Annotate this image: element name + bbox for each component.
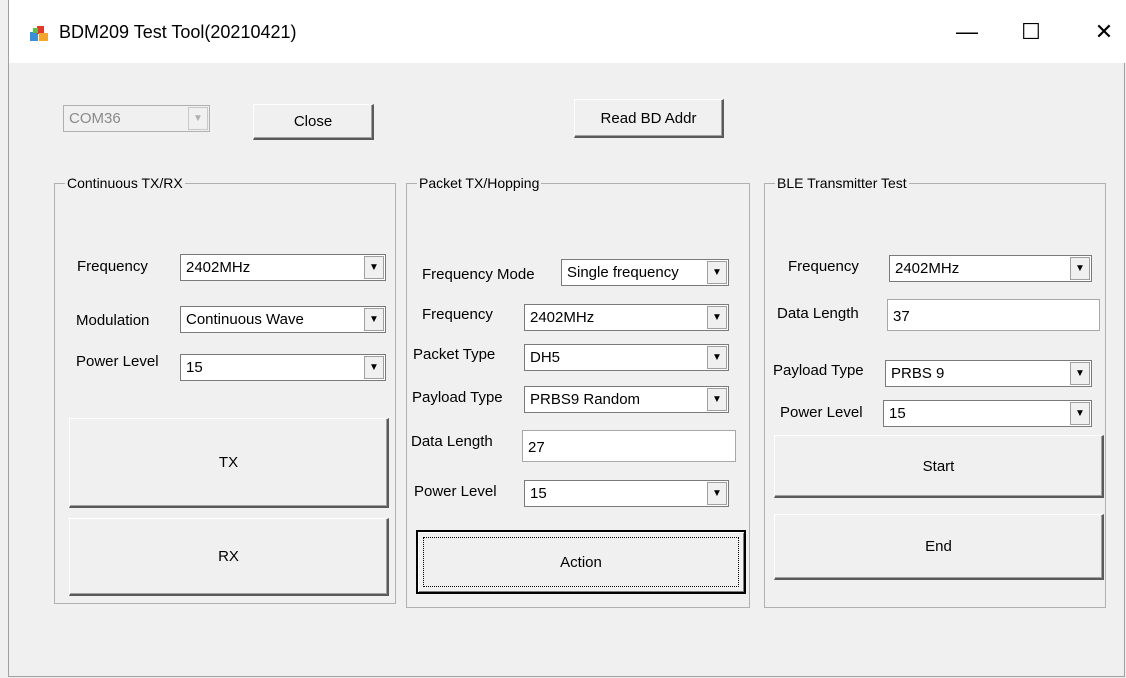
start-button[interactable]: Start [774, 435, 1104, 498]
continuous-group-title: Continuous TX/RX [65, 175, 185, 191]
end-label: End [925, 538, 952, 555]
packet-frequency-label: Frequency [422, 306, 493, 323]
ble-power-value: 15 [889, 405, 906, 422]
continuous-frequency-value: 2402MHz [186, 259, 251, 276]
frequency-mode-label: Frequency Mode [422, 266, 535, 283]
maximize-button[interactable]: ☐ [1011, 10, 1051, 54]
tx-button[interactable]: TX [69, 418, 389, 508]
chevron-down-icon: ▼ [707, 388, 727, 411]
read-bd-addr-label: Read BD Addr [600, 109, 697, 127]
continuous-power-value: 15 [186, 359, 203, 376]
ble-frequency-value: 2402MHz [895, 260, 960, 277]
ble-payload-select[interactable]: PRBS 9 ▼ [885, 360, 1092, 387]
packet-payload-label: Payload Type [412, 389, 503, 406]
chevron-down-icon: ▼ [364, 308, 384, 331]
close-icon: ✕ [1094, 19, 1114, 44]
minimize-button[interactable]: — [947, 10, 987, 54]
minimize-icon: — [956, 19, 978, 44]
frequency-mode-value: Single frequency [567, 264, 679, 281]
ble-frequency-label: Frequency [788, 258, 859, 275]
chevron-down-icon: ▼ [364, 256, 384, 279]
title-bar: BDM209 Test Tool(20210421) — ☐ ✕ [9, 0, 1126, 63]
chevron-down-icon: ▼ [707, 306, 727, 329]
tx-label: TX [218, 454, 239, 471]
app-window: BDM209 Test Tool(20210421) — ☐ ✕ COM36 ▼… [8, 0, 1126, 677]
continuous-frequency-select[interactable]: 2402MHz ▼ [180, 254, 386, 281]
start-label: Start [922, 457, 955, 475]
packet-power-select[interactable]: 15 ▼ [524, 480, 729, 507]
ble-length-label: Data Length [777, 305, 859, 322]
chevron-down-icon: ▼ [188, 107, 208, 130]
close-window-button[interactable]: ✕ [1084, 10, 1124, 54]
end-button[interactable]: End [774, 514, 1104, 580]
close-port-label: Close [293, 113, 333, 130]
rx-button[interactable]: RX [69, 518, 389, 596]
maximize-icon: ☐ [1021, 19, 1041, 44]
continuous-frequency-label: Frequency [77, 258, 148, 275]
packet-length-value: 27 [528, 439, 545, 456]
modulation-label: Modulation [76, 312, 150, 329]
packet-power-label: Power Level [414, 483, 497, 500]
packet-type-value: DH5 [530, 349, 561, 366]
chevron-down-icon: ▼ [1070, 362, 1090, 385]
ble-power-select[interactable]: 15 ▼ [883, 400, 1092, 427]
ble-length-value: 37 [893, 308, 910, 325]
window-title: BDM209 Test Tool(20210421) [59, 22, 297, 42]
read-bd-addr-button[interactable]: Read BD Addr [574, 99, 724, 138]
chevron-down-icon: ▼ [364, 356, 384, 379]
packet-type-select[interactable]: DH5 ▼ [524, 344, 729, 371]
packet-payload-value: PRBS9 Random [530, 391, 641, 408]
ble-power-label: Power Level [780, 404, 863, 421]
ble-payload-value: PRBS 9 [891, 365, 945, 382]
chevron-down-icon: ▼ [707, 261, 727, 284]
packet-power-value: 15 [530, 485, 547, 502]
continuous-power-select[interactable]: 15 ▼ [180, 354, 386, 381]
ble-payload-label: Payload Type [773, 362, 864, 379]
packet-payload-select[interactable]: PRBS9 Random ▼ [524, 386, 729, 413]
com-port-select[interactable]: COM36 ▼ [63, 105, 210, 132]
packet-frequency-value: 2402MHz [530, 309, 595, 326]
app-icon [30, 26, 48, 41]
modulation-select[interactable]: Continuous Wave ▼ [180, 306, 386, 333]
rx-label: RX [218, 548, 239, 565]
packet-length-label: Data Length [411, 433, 493, 450]
packet-frequency-select[interactable]: 2402MHz ▼ [524, 304, 729, 331]
packet-group-title: Packet TX/Hopping [417, 175, 542, 191]
ble-group-title: BLE Transmitter Test [775, 175, 909, 191]
chevron-down-icon: ▼ [1070, 402, 1090, 425]
packet-type-label: Packet Type [413, 346, 496, 363]
focus-ring [423, 537, 739, 587]
ble-frequency-select[interactable]: 2402MHz ▼ [889, 255, 1092, 282]
close-port-button[interactable]: Close [253, 104, 374, 140]
ble-length-input[interactable]: 37 [887, 299, 1100, 331]
modulation-value: Continuous Wave [186, 311, 304, 328]
chevron-down-icon: ▼ [707, 346, 727, 369]
chevron-down-icon: ▼ [707, 482, 727, 505]
continuous-power-label: Power Level [76, 353, 159, 370]
frequency-mode-select[interactable]: Single frequency ▼ [561, 259, 729, 286]
chevron-down-icon: ▼ [1070, 257, 1090, 280]
action-button[interactable]: Action [416, 530, 746, 594]
com-port-value: COM36 [69, 110, 121, 127]
packet-length-input[interactable]: 27 [522, 430, 736, 462]
